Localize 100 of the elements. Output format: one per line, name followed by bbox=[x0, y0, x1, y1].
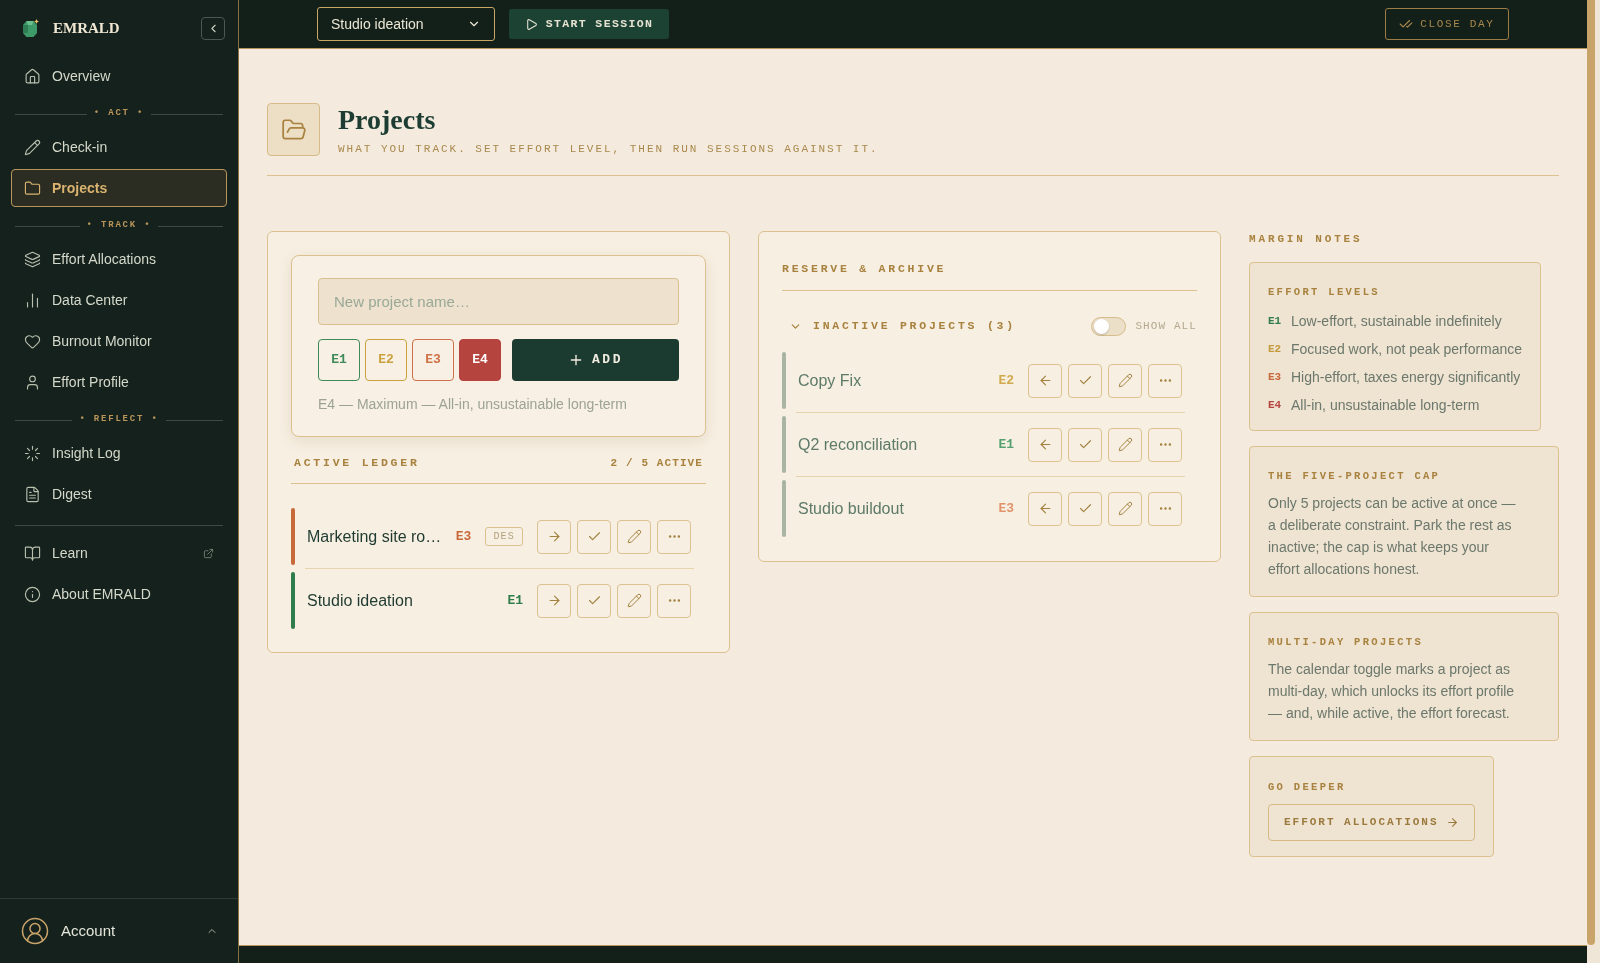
gem-logo-icon bbox=[23, 19, 39, 38]
scrollbar-thumb[interactable] bbox=[1587, 0, 1595, 945]
add-button[interactable]: ADD bbox=[512, 339, 679, 381]
note-title: GO DEEPER bbox=[1268, 780, 1347, 795]
effort-level-button[interactable]: E4 bbox=[459, 339, 501, 381]
house-icon bbox=[24, 67, 41, 85]
nav-item[interactable]: Effort Allocations bbox=[11, 240, 227, 278]
effort-description: Focused work, not peak performance bbox=[1291, 339, 1523, 359]
play-icon bbox=[524, 17, 538, 31]
arrow-right-icon bbox=[546, 529, 562, 544]
effort-code: E2 bbox=[1268, 341, 1283, 357]
more-button[interactable] bbox=[1148, 363, 1182, 398]
check-button[interactable] bbox=[1068, 363, 1102, 398]
folder-icon bbox=[24, 179, 41, 197]
effort-description: High-effort, taxes energy significantly bbox=[1291, 367, 1521, 387]
nav-item[interactable]: Digest bbox=[11, 475, 227, 513]
effort-level: E1 bbox=[998, 435, 1014, 454]
note-title: THE FIVE-PROJECT CAP bbox=[1268, 469, 1442, 484]
nav-item[interactable]: Projects bbox=[11, 169, 227, 207]
brand-name: EMRALD bbox=[53, 19, 121, 39]
double-check-icon bbox=[1399, 17, 1414, 31]
collapse-sidebar-button[interactable] bbox=[201, 17, 225, 40]
active-count: 2 / 5 ACTIVE bbox=[610, 456, 703, 471]
note-body: The calendar toggle marks a project as multi-day, which unlocks its effort profile — and, while active, the effort forecast. bbox=[1268, 660, 1516, 723]
pencil-icon bbox=[1117, 373, 1133, 388]
project-name-field[interactable]: New project name… bbox=[318, 278, 679, 325]
nav-item[interactable]: Data Center bbox=[11, 281, 227, 319]
project-name: Studio ideation bbox=[307, 590, 414, 611]
note-title: EFFORT LEVELS bbox=[1268, 285, 1381, 300]
more-button[interactable] bbox=[1148, 491, 1182, 526]
effort-code: E1 bbox=[1268, 313, 1283, 329]
margin-notes-heading: MARGIN NOTES bbox=[1249, 232, 1364, 247]
nav-item[interactable]: Overview bbox=[11, 57, 227, 95]
inactive-accent-bar bbox=[782, 480, 786, 537]
move-right-button[interactable] bbox=[537, 583, 571, 618]
nav-item[interactable]: Learn bbox=[11, 534, 227, 572]
page-title: Projects bbox=[338, 103, 437, 137]
project-name: Q2 reconciliation bbox=[798, 434, 919, 455]
move-right-button[interactable] bbox=[537, 519, 571, 554]
nav-item[interactable]: Burnout Monitor bbox=[11, 322, 227, 360]
nav-item[interactable]: About EMRALD bbox=[11, 575, 227, 613]
nav-item[interactable]: Check-in bbox=[11, 128, 227, 166]
effort-level: E1 bbox=[507, 591, 523, 610]
section-heading: • REFLECT • bbox=[79, 413, 159, 427]
section-heading: ACTIVE LEDGER bbox=[294, 455, 420, 471]
edit-button[interactable] bbox=[617, 519, 651, 554]
project-name: Studio buildout bbox=[798, 498, 905, 519]
close-day-button[interactable]: CLOSE DAY bbox=[1385, 8, 1509, 40]
pencil-icon bbox=[626, 529, 642, 544]
pencil-icon bbox=[24, 138, 41, 156]
check-button[interactable] bbox=[577, 519, 611, 554]
radiating-lines-icon bbox=[24, 444, 41, 462]
effort-description: All-in, unsustainable long-term bbox=[1291, 395, 1480, 415]
note-title: MULTI-DAY PROJECTS bbox=[1268, 635, 1424, 650]
edit-button[interactable] bbox=[617, 583, 651, 618]
open-book-icon bbox=[24, 544, 41, 562]
user-avatar-icon bbox=[20, 916, 50, 946]
account-button[interactable]: Account bbox=[20, 916, 218, 946]
note-body: Only 5 projects can be active at once — a deliberate constraint. Park the rest as inactive; the cap is what keeps your effort allocations honest. bbox=[1268, 494, 1517, 579]
show-all-label: SHOW ALL bbox=[1135, 318, 1197, 334]
effort-level-button[interactable]: E1 bbox=[318, 339, 360, 381]
info-icon bbox=[24, 585, 41, 603]
pencil-icon bbox=[1117, 501, 1133, 516]
more-button[interactable] bbox=[657, 583, 691, 618]
more-button[interactable] bbox=[657, 519, 691, 554]
check-button[interactable] bbox=[1068, 491, 1102, 526]
external-link-icon bbox=[203, 547, 214, 559]
effort-level: E3 bbox=[998, 499, 1014, 518]
person-icon bbox=[24, 373, 41, 391]
effort-code: E4 bbox=[1268, 397, 1283, 413]
move-left-button[interactable] bbox=[1028, 427, 1062, 462]
effort-code: E3 bbox=[1268, 369, 1283, 385]
check-button[interactable] bbox=[577, 583, 611, 618]
move-left-button[interactable] bbox=[1028, 363, 1062, 398]
section-heading: RESERVE & ARCHIVE bbox=[782, 262, 947, 275]
category-tag: DES bbox=[485, 527, 523, 546]
section-heading: • TRACK • bbox=[86, 219, 152, 233]
inactive-accent-bar bbox=[782, 416, 786, 473]
show-all-switch[interactable] bbox=[1091, 316, 1127, 336]
project-name: Marketing site ro… bbox=[307, 526, 443, 547]
edit-button[interactable] bbox=[1108, 427, 1142, 462]
nav-item[interactable]: Effort Profile bbox=[11, 363, 227, 401]
check-button[interactable] bbox=[1068, 427, 1102, 462]
project-select[interactable]: Studio ideation bbox=[317, 7, 495, 41]
project-name: Copy Fix bbox=[798, 370, 863, 391]
nav-item[interactable]: Insight Log bbox=[11, 434, 227, 472]
edit-button[interactable] bbox=[1108, 491, 1142, 526]
layers-icon bbox=[24, 250, 41, 268]
bar-chart-icon bbox=[24, 291, 41, 309]
effort-caption: E4 — Maximum — All-in, unsustainable long-term bbox=[318, 395, 628, 414]
more-button[interactable] bbox=[1148, 427, 1182, 462]
start-session-button[interactable]: START SESSION bbox=[509, 9, 669, 39]
arrow-right-icon bbox=[546, 593, 562, 608]
move-left-button[interactable] bbox=[1028, 491, 1062, 526]
document-icon bbox=[24, 485, 41, 503]
pencil-icon bbox=[626, 593, 642, 608]
pencil-icon bbox=[1117, 437, 1133, 452]
inactive-accent-bar bbox=[782, 352, 786, 409]
edit-button[interactable] bbox=[1108, 363, 1142, 398]
effort-description: Low-effort, sustainable indefinitely bbox=[1291, 311, 1502, 331]
